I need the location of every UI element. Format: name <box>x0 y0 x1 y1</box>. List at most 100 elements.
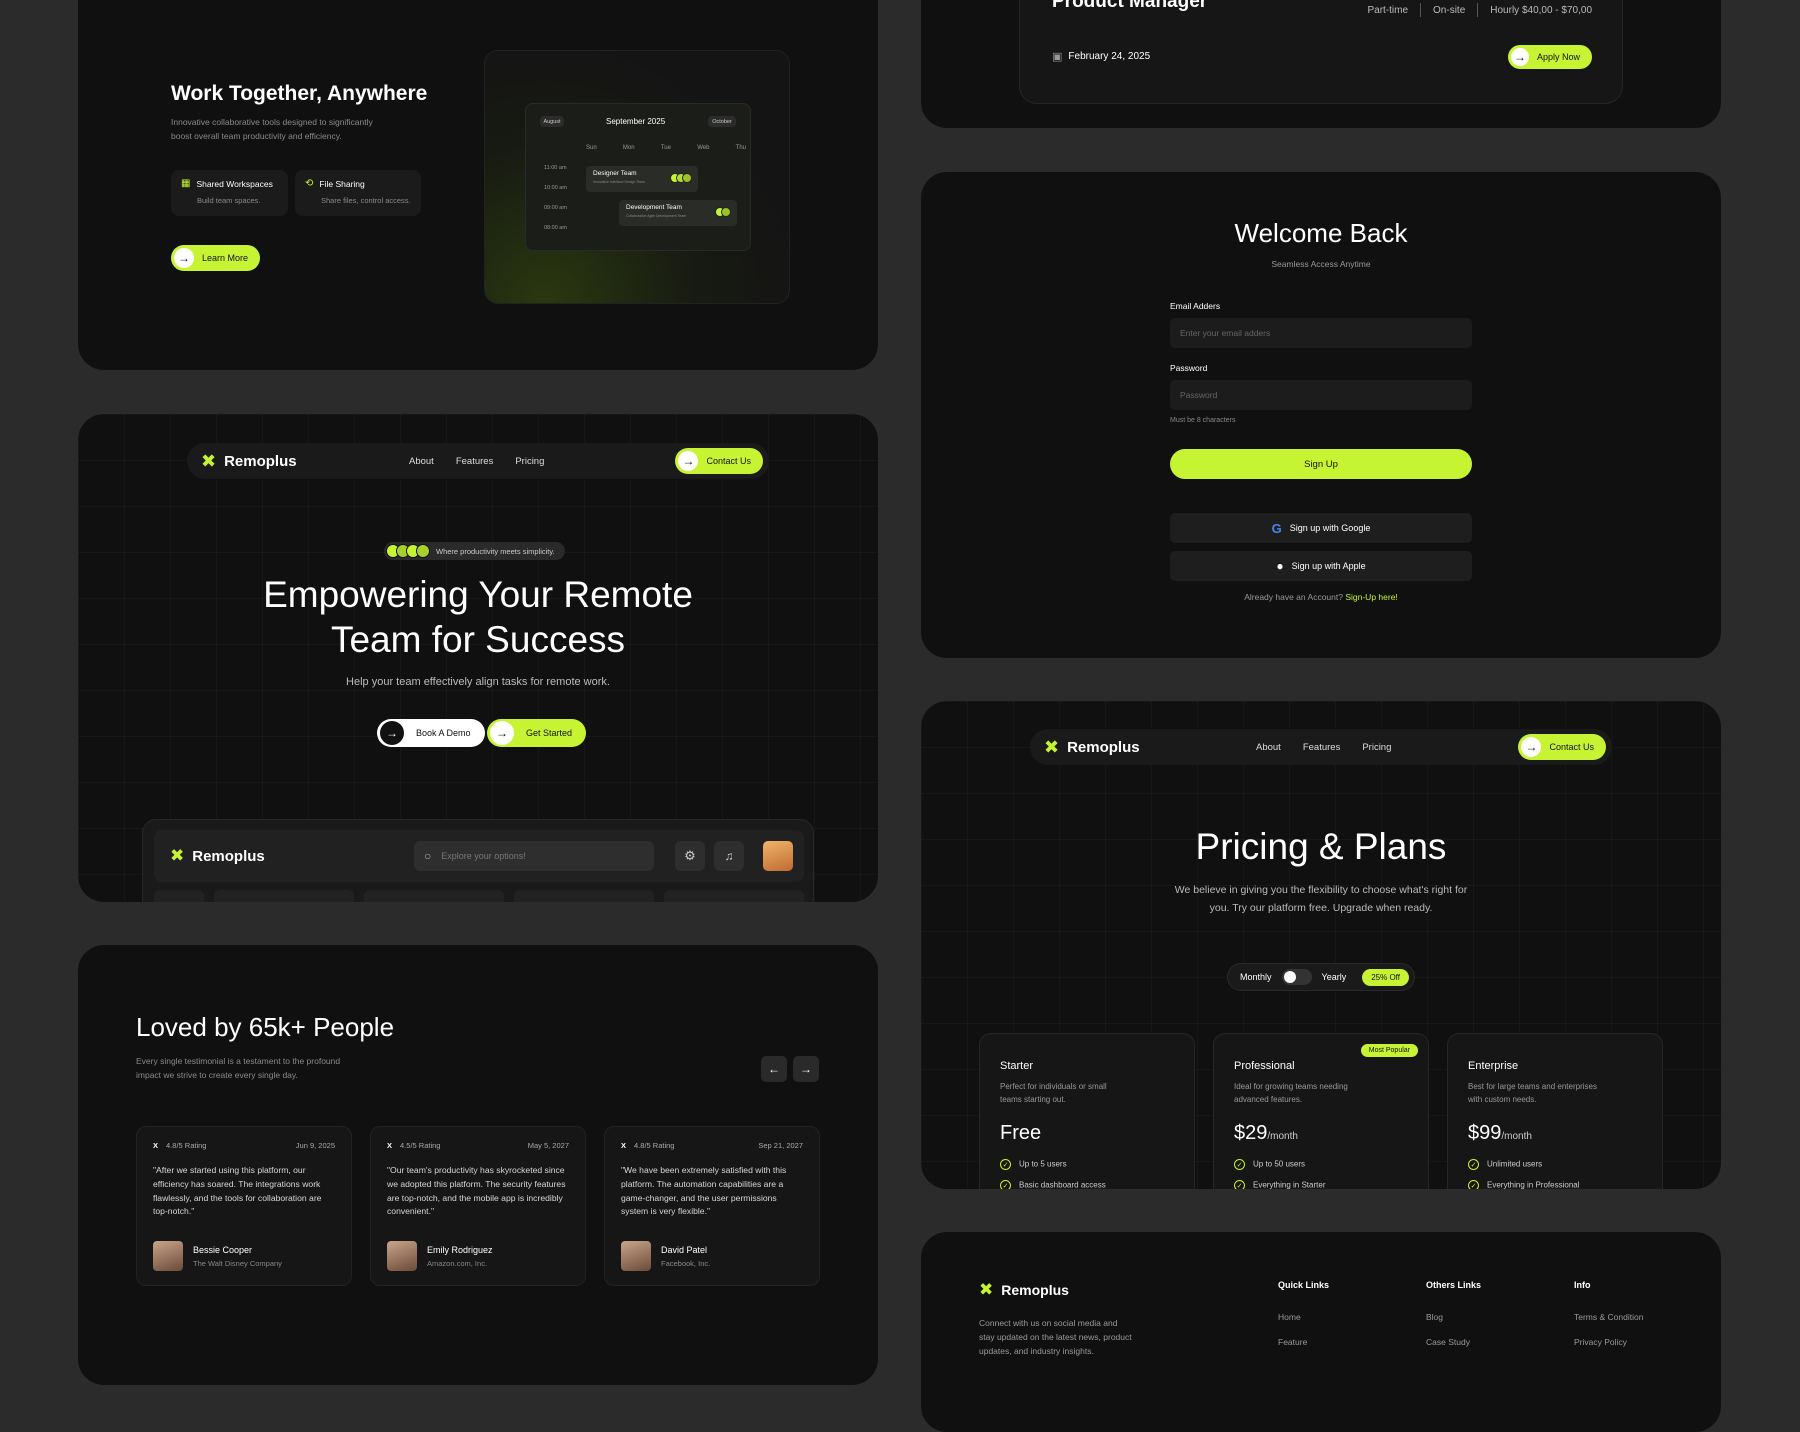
get-started-button[interactable]: → Get Started <box>487 719 587 747</box>
yearly-label[interactable]: Yearly <box>1322 972 1347 982</box>
app-tabs <box>154 890 804 902</box>
arrow-right-icon: → <box>1521 737 1542 757</box>
footer-link[interactable]: Blog <box>1426 1312 1481 1322</box>
nav-pricing[interactable]: Pricing <box>515 456 544 467</box>
arrow-right-icon: → <box>490 721 514 745</box>
search-placeholder: Explore your options! <box>441 851 526 861</box>
sign-up-button[interactable]: Sign Up <box>1170 449 1472 479</box>
footer-logo[interactable]: ✖ Remoplus <box>979 1280 1069 1300</box>
pricing-sub-2: you. Try our platform free. Upgrade when… <box>1209 902 1433 914</box>
work-together-card: Work Together, Anywhere Innovative colla… <box>78 0 878 370</box>
footer-link[interactable]: Home <box>1278 1312 1329 1322</box>
learn-more-button[interactable]: → Learn More <box>171 245 261 271</box>
login-card: Welcome Back Seamless Access Anytime Ema… <box>921 172 1721 658</box>
event-sub: Innovative Interface Design Team <box>593 180 645 184</box>
pricing-title: Pricing & Plans <box>1195 826 1447 867</box>
app-brand: Remoplus <box>192 847 265 865</box>
footer-link[interactable]: Case Study <box>1426 1337 1481 1347</box>
footer-link[interactable]: Feature <box>1278 1337 1329 1347</box>
brand-logo[interactable]: ✖ Remoplus <box>201 451 297 472</box>
brand-logo[interactable]: ✖ Remoplus <box>1044 737 1140 758</box>
work-desc-1: Innovative collaborative tools designed … <box>171 117 373 127</box>
email-field[interactable]: Enter your email adders <box>1170 318 1472 348</box>
plan-desc-2: advanced features. <box>1234 1095 1303 1104</box>
prev-month-button[interactable]: August <box>540 116 564 127</box>
pricing-navbar: ✖ Remoplus About Features Pricing → Cont… <box>1030 729 1612 765</box>
nav-pricing[interactable]: Pricing <box>1362 742 1391 753</box>
workspace-icon: ▦ <box>181 178 191 189</box>
book-demo-button[interactable]: → Book A Demo <box>377 719 485 747</box>
google-label: Sign up with Google <box>1289 523 1371 533</box>
testimonial-date: Jun 9, 2025 <box>295 1141 335 1150</box>
share-icon: ⟲ <box>305 178 314 189</box>
notifications-button[interactable]: ♫ <box>714 841 744 871</box>
search-bar[interactable]: ○ Explore your options! <box>414 841 654 871</box>
get-started-label: Get Started <box>526 728 573 738</box>
nav-features[interactable]: Features <box>1303 742 1341 753</box>
apply-now-label: Apply Now <box>1536 52 1580 62</box>
contact-us-button[interactable]: → Contact Us <box>1518 734 1606 760</box>
nav-about[interactable]: About <box>409 456 434 467</box>
password-hint: Must be 8 characters <box>1170 417 1236 424</box>
prev-arrow-button[interactable]: ← <box>761 1056 787 1082</box>
plan-desc-1: Ideal for growing teams needing <box>1234 1082 1348 1091</box>
billing-switch[interactable] <box>1281 969 1312 985</box>
time-label: 11:00 am <box>544 165 567 171</box>
footer-desc-3: updates, and industry insights. <box>979 1346 1094 1356</box>
next-month-button[interactable]: October <box>708 116 736 127</box>
avatar <box>621 1241 651 1271</box>
contact-label: Contact Us <box>706 456 751 466</box>
footer-link[interactable]: Terms & Condition <box>1574 1312 1643 1322</box>
footer-link[interactable]: Privacy Policy <box>1574 1337 1643 1347</box>
plan-price: Free <box>1000 1122 1042 1144</box>
plan-period: /month <box>1267 1131 1298 1142</box>
brand-mark-icon: ✖ <box>1044 736 1060 757</box>
footer-col-info: Info Terms & Condition Privacy Policy <box>1574 1280 1643 1362</box>
settings-button[interactable]: ⚙ <box>675 841 705 871</box>
brand-name: Remoplus <box>224 452 297 470</box>
plan-name: Enterprise <box>1468 1060 1519 1072</box>
app-logo[interactable]: ✖ Remoplus <box>170 846 265 866</box>
time-label: 10:00 am <box>544 185 567 191</box>
badge-avatars <box>386 544 430 558</box>
work-title: Work Together, Anywhere <box>171 82 428 105</box>
event-designer-team[interactable]: Designer Team Innovative Interface Desig… <box>586 166 698 192</box>
next-arrow-button[interactable]: → <box>793 1056 819 1082</box>
day-label: Web <box>697 145 710 151</box>
apply-now-button[interactable]: → Apply Now <box>1507 45 1592 69</box>
nav-about[interactable]: About <box>1256 742 1281 753</box>
contact-us-button[interactable]: → Contact Us <box>675 448 763 474</box>
monthly-label[interactable]: Monthly <box>1240 972 1272 982</box>
brand-mark-icon: ✖ <box>170 846 185 865</box>
hero-card: ✖ Remoplus About Features Pricing → Cont… <box>78 414 878 902</box>
job-tag-type: Part-time <box>1367 4 1409 16</box>
hero-headline-2: Team for Success <box>330 619 626 660</box>
arrow-right-icon: → <box>800 1062 812 1076</box>
testimonials-title: Loved by 65k+ People <box>136 1012 395 1042</box>
feature-shared-workspaces: ▦ Shared Workspaces Build team spaces. <box>171 170 288 216</box>
apple-icon: ● <box>1276 559 1284 573</box>
signup-link[interactable]: Sign-Up here! <box>1345 592 1397 602</box>
login-title: Welcome Back <box>1234 218 1408 248</box>
day-label: Mon <box>622 145 635 151</box>
testimonials-desc-2: impact we strive to create every single … <box>136 1070 298 1080</box>
apple-signup-button[interactable]: ● Sign up with Apple <box>1170 551 1472 581</box>
person-name: David Patel <box>661 1244 708 1255</box>
day-label: Tue <box>660 145 671 151</box>
pricing-sub-1: We believe in giving you the flexibility… <box>1174 884 1468 896</box>
time-label: 09:00 am <box>544 205 567 211</box>
footer-col-title: Quick Links <box>1278 1280 1330 1290</box>
footer-col-title: Others Links <box>1426 1280 1482 1290</box>
google-signup-button[interactable]: G Sign up with Google <box>1170 513 1472 543</box>
event-avatars <box>670 173 692 183</box>
feature-file-sharing: ⟲ File Sharing Share files, control acce… <box>295 170 421 216</box>
person-company: Facebook, Inc. <box>661 1258 711 1268</box>
user-avatar[interactable] <box>763 841 793 871</box>
search-icon: ○ <box>424 849 432 863</box>
job-listing-card: Product Manager Part-time On-site Hourly… <box>921 0 1721 128</box>
nav-features[interactable]: Features <box>456 456 494 467</box>
event-development-team[interactable]: Development Team Collaborative Agile Dev… <box>619 200 737 226</box>
footer-desc-1: Connect with us on social media and <box>979 1318 1118 1328</box>
password-field[interactable]: Password <box>1170 380 1472 410</box>
plan-price: $29 <box>1234 1122 1268 1144</box>
